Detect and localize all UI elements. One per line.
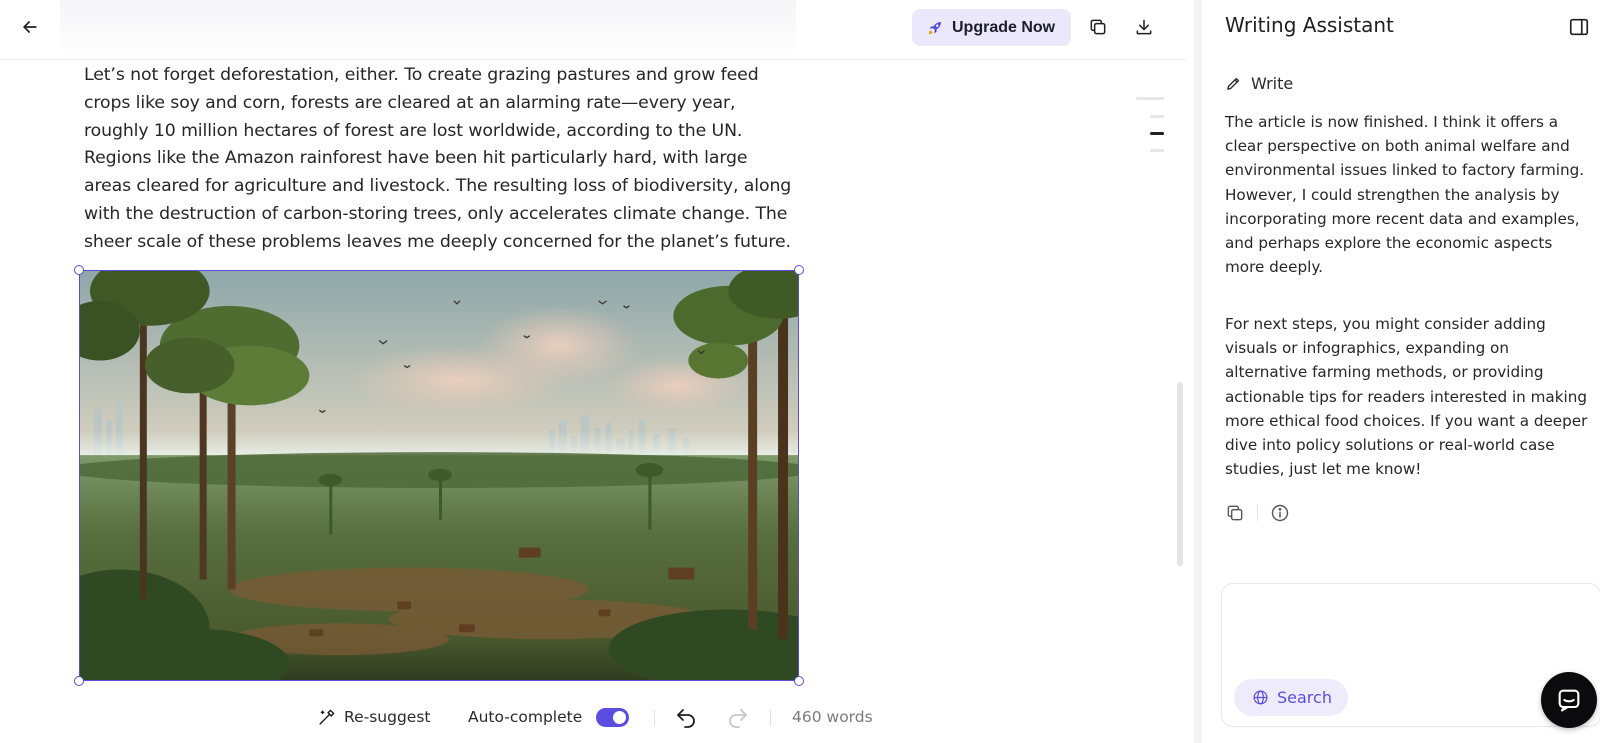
globe-icon: [1253, 690, 1268, 705]
download-icon: [1136, 19, 1152, 35]
back-button[interactable]: [14, 11, 46, 43]
editor-bottom-bar: Re-suggest Auto-complete 460 words: [0, 690, 1186, 743]
bottom-bar-divider: [654, 710, 655, 726]
redo-icon[interactable]: [726, 706, 750, 730]
magic-wand-icon: [319, 709, 335, 725]
sidebar-toggle-icon[interactable]: [1568, 16, 1590, 38]
undo-icon[interactable]: [674, 706, 698, 730]
resuggest-label: Re-suggest: [344, 708, 431, 726]
editor-toolbar: Upgrade Now: [0, 0, 1186, 60]
chat-icon: [1558, 689, 1580, 712]
editor-scrollbar[interactable]: [1177, 382, 1183, 566]
assistant-message-paragraph: For next steps, you might consider addin…: [1225, 315, 1588, 479]
article-paragraph[interactable]: Let’s not forget deforestation, either. …: [84, 62, 796, 257]
search-toggle-button[interactable]: Search: [1234, 679, 1348, 716]
outline-mark[interactable]: [1150, 115, 1164, 118]
info-icon[interactable]: [1270, 503, 1290, 523]
copy-icon[interactable]: [1225, 503, 1245, 523]
bottom-bar-divider: [770, 710, 771, 726]
copy-document-button[interactable]: [1082, 11, 1114, 43]
assistant-title: Writing Assistant: [1225, 13, 1394, 37]
resize-handle-bottom-right[interactable]: [794, 676, 804, 686]
writing-assistant-panel: Writing Assistant Write The article is n…: [1194, 0, 1600, 743]
article-image[interactable]: [74, 265, 804, 686]
autocomplete-control: Auto-complete: [468, 704, 630, 730]
word-count: 460 words: [792, 708, 873, 726]
assistant-message-paragraph: The article is now finished. I think it …: [1225, 113, 1585, 277]
upgrade-now-label: Upgrade Now: [952, 18, 1056, 36]
upgrade-now-button[interactable]: Upgrade Now: [912, 9, 1071, 46]
support-chat-button[interactable]: [1541, 672, 1597, 728]
resize-handle-bottom-left[interactable]: [74, 676, 84, 686]
actions-divider: [1257, 505, 1258, 521]
editor-pane: Upgrade Now Let’s not forget deforestati…: [0, 0, 1186, 743]
search-label: Search: [1277, 688, 1332, 707]
autocomplete-toggle[interactable]: [596, 707, 630, 727]
resize-handle-top-left[interactable]: [74, 265, 84, 275]
outline-navigator[interactable]: [1134, 97, 1164, 157]
outline-mark[interactable]: [1136, 97, 1164, 100]
arrow-left-icon: [23, 21, 37, 33]
download-button[interactable]: [1128, 11, 1160, 43]
assistant-mode: Write: [1225, 74, 1293, 93]
resize-handle-top-right[interactable]: [794, 265, 804, 275]
outline-mark-active[interactable]: [1150, 132, 1164, 135]
app-root: Upgrade Now Let’s not forget deforestati…: [0, 0, 1600, 743]
assistant-prompt-input[interactable]: [1236, 596, 1586, 666]
rocket-icon: [929, 21, 941, 34]
outline-mark[interactable]: [1150, 149, 1164, 152]
toolbar-fade: [60, 0, 796, 56]
resuggest-button[interactable]: Re-suggest: [317, 704, 430, 730]
autocomplete-label: Auto-complete: [468, 708, 583, 726]
assistant-mode-label: Write: [1251, 74, 1294, 93]
forest-landscape-image: [80, 271, 798, 680]
message-actions: [1225, 503, 1290, 523]
copy-icon: [1090, 19, 1106, 35]
pencil-icon: [1227, 77, 1240, 90]
